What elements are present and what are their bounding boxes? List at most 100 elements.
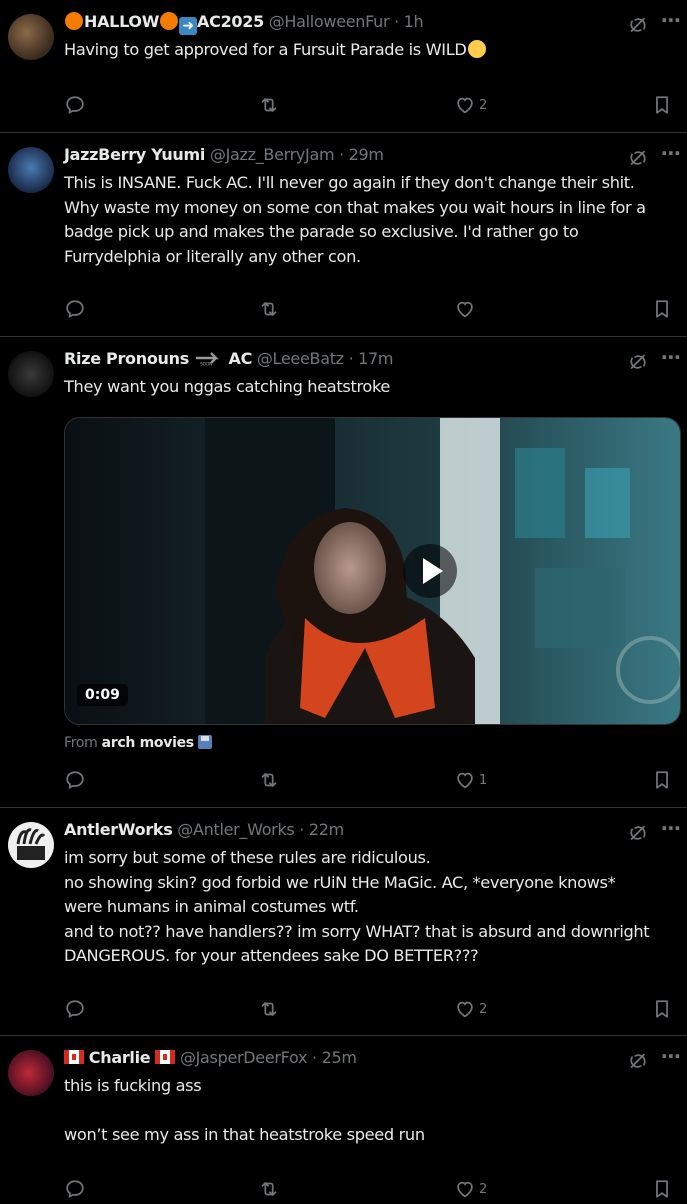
like-button[interactable]: 2 — [454, 998, 487, 1020]
display-name[interactable]: AntlerWorks — [64, 820, 173, 839]
post-line: DANGEROUS. for your attendees sake DO BE… — [64, 946, 479, 965]
top-actions: ⋯ — [627, 345, 681, 373]
reply-button[interactable] — [64, 769, 86, 791]
display-name[interactable]: Charlie — [89, 1048, 151, 1067]
like-button[interactable]: 2 — [454, 1178, 487, 1200]
repost-icon — [258, 998, 280, 1020]
repost-icon — [258, 1178, 280, 1200]
antlerworks-logo — [16, 828, 46, 860]
timestamp[interactable]: 22m — [309, 820, 344, 839]
post-header: Rize Pronouns SOON AC @LeeeBatz · 17m — [64, 349, 394, 368]
user-handle[interactable]: @LeeeBatz — [257, 349, 344, 368]
post-header: AntlerWorks @Antler_Works · 22m — [64, 820, 344, 839]
action-bar: 1 — [64, 769, 676, 791]
post-header: HALLOW ➜ AC2025 @HalloweenFur · 1h — [64, 12, 424, 35]
from-label: From — [64, 735, 98, 751]
heart-icon — [454, 769, 476, 791]
avatar[interactable] — [8, 1050, 54, 1096]
avatar[interactable] — [8, 822, 54, 868]
avatar[interactable] — [8, 147, 54, 193]
post-line — [64, 1099, 678, 1124]
avatar[interactable] — [8, 14, 54, 60]
display-name-suffix[interactable]: AC — [229, 349, 253, 368]
soon-arrow-icon: SOON — [195, 352, 219, 366]
avatar[interactable] — [8, 351, 54, 397]
timestamp[interactable]: 1h — [404, 12, 424, 31]
action-bar: 2 — [64, 998, 676, 1020]
bookmark-button[interactable] — [651, 298, 673, 320]
timestamp[interactable]: 17m — [358, 349, 393, 368]
video-source[interactable]: From arch movies — [64, 735, 212, 751]
arrow-right-icon: ➜ — [179, 17, 198, 35]
like-button[interactable] — [454, 298, 476, 320]
grok-icon[interactable] — [627, 351, 649, 373]
grok-icon[interactable] — [627, 14, 649, 36]
play-button[interactable] — [403, 544, 457, 598]
post-1[interactable]: HALLOW ➜ AC2025 @HalloweenFur · 1h ⋯ Havin… — [0, 0, 687, 133]
bookmark-icon — [651, 94, 673, 116]
top-actions: ⋯ — [627, 1044, 681, 1072]
timestamp[interactable]: 29m — [349, 145, 384, 164]
timestamp[interactable]: 25m — [322, 1048, 357, 1067]
post-text: Having to get approved for a Fursuit Par… — [64, 38, 678, 63]
display-name-suffix[interactable]: AC2025 — [197, 12, 264, 31]
grok-icon[interactable] — [627, 822, 649, 844]
repost-button[interactable] — [258, 769, 280, 791]
repost-button[interactable] — [258, 94, 280, 116]
reply-button[interactable] — [64, 94, 86, 116]
like-button[interactable]: 1 — [454, 769, 487, 791]
bookmark-button[interactable] — [651, 1178, 673, 1200]
reply-icon — [64, 298, 86, 320]
more-icon[interactable]: ⋯ — [661, 1044, 681, 1068]
more-icon[interactable]: ⋯ — [661, 141, 681, 165]
like-count: 2 — [479, 98, 488, 113]
source-name[interactable]: arch movies — [102, 735, 194, 751]
video-frame — [65, 418, 680, 724]
user-handle[interactable]: @Antler_Works — [177, 820, 294, 839]
display-name[interactable]: Rize Pronouns — [64, 349, 189, 368]
video-player[interactable]: 0:09 — [64, 417, 681, 725]
more-icon[interactable]: ⋯ — [661, 8, 681, 32]
repost-button[interactable] — [258, 998, 280, 1020]
post-5[interactable]: Charlie @JasperDeerFox · 25m ⋯ this is f… — [0, 1036, 687, 1204]
post-3[interactable]: Rize Pronouns SOON AC @LeeeBatz · 17m ⋯ … — [0, 337, 687, 808]
grok-icon[interactable] — [627, 147, 649, 169]
display-name[interactable]: JazzBerry Yuumi — [64, 145, 205, 164]
reply-button[interactable] — [64, 998, 86, 1020]
user-handle[interactable]: @JasperDeerFox — [180, 1048, 308, 1067]
post-2[interactable]: JazzBerry Yuumi @Jazz_BerryJam · 29m ⋯ T… — [0, 133, 687, 337]
action-bar: 2 — [64, 94, 676, 116]
more-icon[interactable]: ⋯ — [661, 816, 681, 840]
top-actions: ⋯ — [627, 816, 681, 844]
reply-button[interactable] — [64, 298, 86, 320]
bookmark-button[interactable] — [651, 94, 673, 116]
heart-icon — [454, 998, 476, 1020]
crying-face-icon — [467, 40, 486, 58]
post-line: this is fucking ass — [64, 1076, 202, 1095]
repost-button[interactable] — [258, 1178, 280, 1200]
display-name[interactable]: HALLOW — [84, 12, 159, 31]
grok-icon[interactable] — [627, 1050, 649, 1072]
more-icon[interactable]: ⋯ — [661, 345, 681, 369]
post-4[interactable]: AntlerWorks @Antler_Works · 22m ⋯ im sor… — [0, 808, 687, 1036]
user-handle[interactable]: @HalloweenFur — [269, 12, 390, 31]
bookmark-button[interactable] — [651, 998, 673, 1020]
separator: · — [311, 1048, 317, 1067]
reply-button[interactable] — [64, 1178, 86, 1200]
repost-icon — [258, 769, 280, 791]
post-line: They want you nggas catching heatstroke — [64, 377, 391, 396]
post-text: They want you nggas catching heatstroke — [64, 375, 678, 400]
pumpkin-icon — [65, 12, 83, 30]
post-line: Why waste my money on some con that make… — [64, 197, 646, 217]
user-handle[interactable]: @Jazz_BerryJam — [210, 145, 335, 164]
repost-icon — [258, 298, 280, 320]
post-text: im sorry but some of these rules are rid… — [64, 846, 678, 969]
bookmark-icon — [651, 1178, 673, 1200]
repost-button[interactable] — [258, 298, 280, 320]
separator: · — [299, 820, 305, 839]
heart-icon — [454, 94, 476, 116]
bookmark-button[interactable] — [651, 769, 673, 791]
like-button[interactable]: 2 — [454, 94, 487, 116]
play-icon — [423, 558, 443, 584]
heart-icon — [454, 1178, 476, 1200]
